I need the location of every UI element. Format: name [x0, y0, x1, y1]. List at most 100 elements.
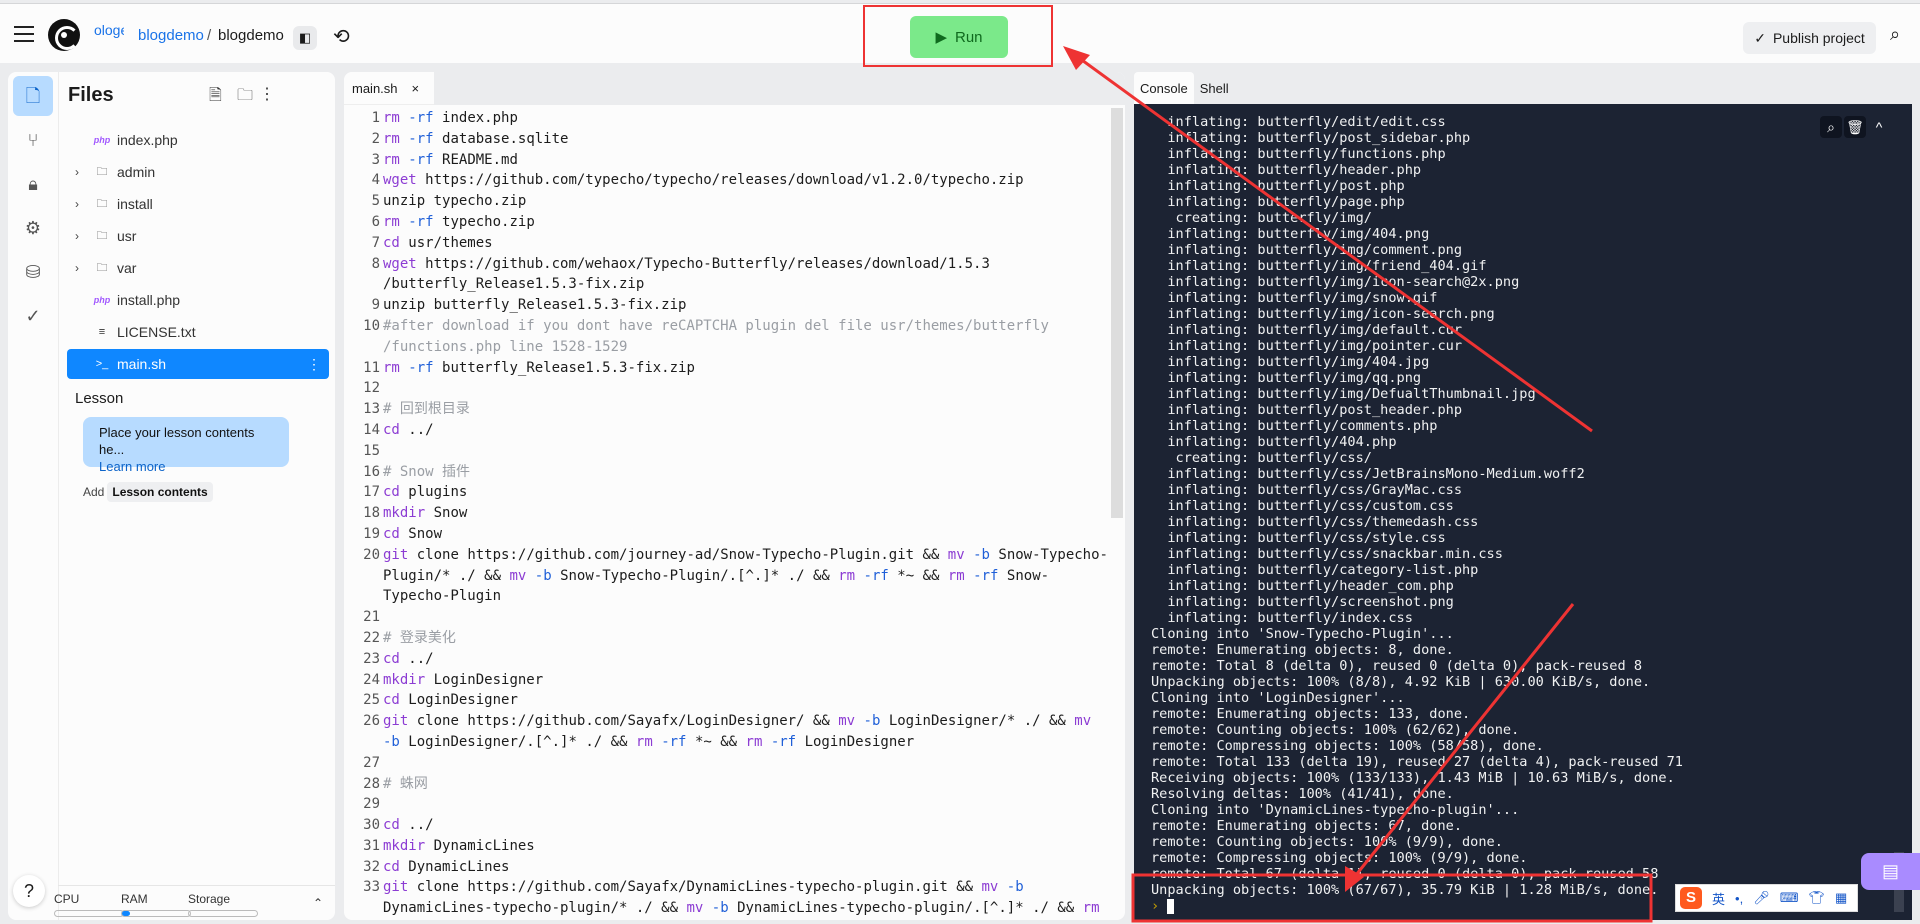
more-icon[interactable]: ⋮ — [307, 356, 321, 373]
code-editor[interactable]: main.sh × 1 rm -rf index.php 2 rm -rf databa… — [344, 72, 1125, 920]
skin-icon[interactable]: 👕︎ — [1808, 890, 1825, 906]
repl-type-icon[interactable]: ◧ — [293, 26, 317, 50]
chevron-up-icon[interactable]: ⌃ — [313, 896, 323, 910]
code-line[interactable]: 5 unzip typecho.zip — [344, 191, 1104, 212]
new-folder-icon[interactable]: 🗀 — [237, 84, 253, 111]
code-line[interactable]: 4 wget https://github.com/typecho/typecho… — [344, 170, 1104, 191]
terminal-line: remote: Total 8 (delta 0), reused 0 (del… — [1151, 658, 1643, 674]
publish-label: Publish project — [1772, 30, 1865, 46]
code-line[interactable]: 25 cd LoginDesigner — [344, 690, 1104, 711]
code-line[interactable]: 27 — [344, 753, 1104, 774]
code-line[interactable]: 3 rm -rf README.md — [344, 150, 1104, 171]
search-icon[interactable]: ⌕ — [1890, 24, 1900, 45]
breadcrumb-project[interactable]: blogdemo — [218, 27, 284, 44]
file-item[interactable]: >_ main.sh ⋮ — [67, 349, 329, 379]
breadcrumb-owner[interactable]: blogdemo — [138, 27, 204, 44]
code-line[interactable]: 9 unzip butterfly_Release1.5.3-fix.zip — [344, 295, 1104, 316]
microphone-icon[interactable]: 🎤︎ — [1753, 890, 1770, 906]
check-icon[interactable]: ✓ — [13, 296, 53, 336]
terminal-output[interactable]: inflating: butterfly/edit/edit.css infla… — [1134, 104, 1912, 920]
hamburger-icon[interactable] — [14, 26, 34, 42]
file-item[interactable]: › 🗀 admin — [67, 157, 329, 187]
code-line[interactable]: 11 rm -rf butterfly_Release1.5.3-fix.zip — [344, 358, 1104, 379]
code-line[interactable]: 1 rm -rf index.php — [344, 108, 1104, 129]
code-row: unzip typecho.zip — [383, 193, 527, 210]
file-item[interactable]: php install.php — [67, 285, 329, 315]
run-button[interactable]: ▶ Run — [910, 16, 1008, 58]
chevron-right-icon[interactable]: › — [67, 197, 87, 211]
logo-icon[interactable] — [48, 19, 80, 51]
code-row: wget https://github.com/wehaox/Typecho-B… — [383, 255, 990, 272]
terminal-line: inflating: butterfly/header.php — [1151, 162, 1422, 178]
ime-toolbar[interactable]: S 英 •, 🎤︎ ⌨ 👕︎ ▦ — [1675, 884, 1858, 912]
terminal-prompt[interactable]: › — [1151, 898, 1683, 914]
code-line[interactable]: 14 cd ../ — [344, 420, 1104, 441]
ime-language[interactable]: 英 — [1712, 889, 1725, 908]
ime-punctuation[interactable]: •, — [1735, 891, 1743, 906]
code-line[interactable]: 15 — [344, 441, 1104, 462]
tab-main-sh[interactable]: main.sh × — [344, 72, 434, 105]
code-line[interactable]: 10 #after download if you dont have reCAP… — [344, 316, 1104, 358]
editor-scrollbar[interactable] — [1111, 108, 1123, 518]
help-button[interactable]: ? — [13, 875, 45, 907]
code-line[interactable]: 6 rm -rf typecho.zip — [344, 212, 1104, 233]
play-icon: ▶ — [935, 29, 947, 46]
close-icon[interactable]: × — [412, 81, 420, 96]
code-line[interactable]: 19 cd Snow — [344, 524, 1104, 545]
code-line[interactable]: 7 cd usr/themes — [344, 233, 1104, 254]
learn-more-link[interactable]: Learn more — [99, 459, 165, 474]
code-line[interactable]: 33 git clone https://github.com/Sayafx/Dy… — [344, 877, 1104, 919]
git-icon[interactable]: ⑂ — [13, 120, 53, 160]
code-line[interactable]: 12 — [344, 378, 1104, 399]
chevron-up-icon[interactable]: ^ — [1868, 116, 1890, 138]
code-line[interactable]: 21 — [344, 607, 1104, 628]
gear-icon[interactable]: ⚙ — [13, 208, 53, 248]
chevron-right-icon[interactable]: › — [67, 229, 87, 243]
folder-icon: 🗀 — [96, 197, 108, 210]
code-line[interactable]: 24 mkdir LoginDesigner — [344, 670, 1104, 691]
code-line[interactable]: 22 # 登录美化 — [344, 628, 1104, 649]
code-line[interactable]: 30 cd ../ — [344, 815, 1104, 836]
files-icon[interactable]: 🗋 — [13, 76, 53, 116]
code-line[interactable]: 18 mkdir Snow — [344, 503, 1104, 524]
search-icon[interactable]: ⌕ — [1820, 116, 1842, 138]
file-item[interactable]: ≡ LICENSE.txt — [67, 317, 329, 347]
history-icon[interactable]: ⟲ — [333, 24, 350, 49]
file-item[interactable]: › 🗀 usr — [67, 221, 329, 251]
tab-shell[interactable]: Shell — [1194, 72, 1235, 104]
code-line[interactable]: 20 git clone https://github.com/journey-a… — [344, 545, 1108, 607]
code-line[interactable]: 23 cd ../ — [344, 649, 1104, 670]
file-item[interactable]: php index.php — [67, 125, 329, 155]
code-line[interactable]: 31 mkdir DynamicLines — [344, 836, 1104, 857]
publish-project-button[interactable]: ✓ Publish project — [1743, 22, 1876, 54]
terminal-line: Cloning into 'Snow-Typecho-Plugin'... — [1151, 626, 1454, 642]
new-file-icon[interactable]: 🗎 — [209, 84, 222, 111]
chevron-right-icon[interactable]: › — [67, 165, 87, 179]
keyboard-icon[interactable]: ⌨ — [1780, 890, 1799, 906]
code-line[interactable]: 32 cd DynamicLines — [344, 857, 1104, 878]
lesson-contents-button[interactable]: Lesson contents — [107, 482, 213, 502]
lock-icon[interactable]: 🔒︎ — [13, 164, 53, 204]
chat-icon[interactable]: ▤ — [1861, 853, 1920, 890]
code-line[interactable]: 16 # Snow 插件 — [344, 462, 1104, 483]
database-icon[interactable]: ⛁ — [13, 252, 53, 292]
chevron-right-icon[interactable]: › — [67, 261, 87, 275]
line-number: 31 — [363, 837, 380, 854]
trash-icon[interactable]: 🗑︎ — [1844, 116, 1866, 138]
code-row: Typecho-Plugin — [383, 588, 502, 605]
resources-bar[interactable]: CPU RAM Storage ⌃ — [54, 885, 335, 920]
tab-console[interactable]: Console — [1134, 72, 1194, 104]
file-item[interactable]: › 🗀 install — [67, 189, 329, 219]
code-line[interactable]: 26 git clone https://github.com/Sayafx/Lo… — [344, 711, 1104, 753]
file-item[interactable]: › 🗀 var — [67, 253, 329, 283]
code-content[interactable]: 1 rm -rf index.php 2 rm -rf database.sqlite… — [344, 108, 1108, 919]
code-line[interactable]: 17 cd plugins — [344, 482, 1104, 503]
code-line[interactable]: 2 rm -rf database.sqlite — [344, 129, 1104, 150]
code-line[interactable]: 13 # 回到根目录 — [344, 399, 1104, 420]
code-line[interactable]: 8 wget https://github.com/wehaox/Typecho-… — [344, 254, 1104, 296]
apps-icon[interactable]: ▦ — [1835, 890, 1847, 906]
line-number: 1 — [371, 110, 380, 126]
code-line[interactable]: 29 — [344, 794, 1104, 815]
code-line[interactable]: 28 # 蛛网 — [344, 774, 1104, 795]
more-icon[interactable]: ⋮ — [259, 84, 275, 104]
